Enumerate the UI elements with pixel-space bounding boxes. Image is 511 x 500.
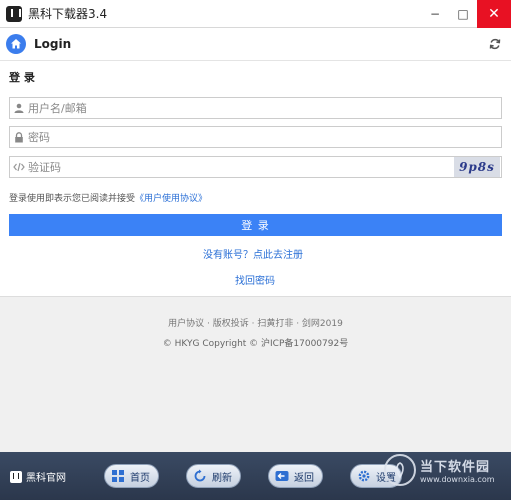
- section-title: 登 录: [9, 71, 35, 84]
- gear-icon: [358, 470, 370, 482]
- close-button[interactable]: ✕: [477, 0, 511, 28]
- agreement-text: 登录使用即表示您已阅读并接受《用户使用协议》: [9, 191, 207, 204]
- home-button-label: 首页: [130, 472, 150, 484]
- username-field[interactable]: [9, 97, 502, 119]
- captcha-image[interactable]: 9p8s: [454, 157, 500, 177]
- user-agreement-link[interactable]: 《用户使用协议》: [135, 194, 207, 204]
- refresh-button-label: 刷新: [212, 472, 232, 484]
- refresh-icon: [194, 469, 206, 482]
- app-logo-icon: [6, 5, 22, 22]
- agreement-prefix: 登录使用即表示您已阅读并接受: [9, 194, 136, 204]
- password-field[interactable]: [9, 126, 502, 148]
- watermark-logo-icon: [384, 454, 416, 486]
- window-title: 黑科下载器3.4: [28, 7, 108, 21]
- grid-icon: [112, 470, 124, 482]
- refresh-button[interactable]: 刷新: [186, 464, 241, 488]
- brand-label: 黑科官网: [26, 473, 66, 484]
- login-panel: 登 录 9p8s 登录使用即表示您已阅读并接受《用户使用协议》 登 录 没有账号…: [0, 61, 511, 297]
- register-link[interactable]: 没有账号？点此去注册: [203, 246, 303, 261]
- lock-icon: [10, 127, 28, 147]
- back-button-label: 返回: [294, 472, 314, 484]
- home-button[interactable]: 首页: [104, 464, 159, 488]
- user-icon: [10, 98, 28, 118]
- footer-links: 用户协议 · 版权投诉 · 扫黄打非 · 剑网2019: [168, 319, 343, 329]
- username-input[interactable]: [28, 99, 501, 117]
- official-site-link[interactable]: 黑科官网: [10, 469, 66, 484]
- code-icon: [10, 157, 28, 177]
- recover-password-link[interactable]: 找回密码: [235, 272, 275, 287]
- watermark-title: 当下软件园: [420, 460, 491, 475]
- back-arrow-icon: [275, 471, 289, 481]
- back-button[interactable]: 返回: [268, 464, 323, 488]
- refresh-icon[interactable]: [489, 38, 501, 50]
- title-bar: 黑科下载器3.4 − □ ✕: [0, 0, 511, 28]
- page-header: Login: [0, 28, 511, 61]
- captcha-input[interactable]: [28, 158, 454, 176]
- login-button[interactable]: 登 录: [9, 214, 502, 236]
- minimize-button[interactable]: −: [421, 0, 449, 28]
- copyright: © HKYG Copyright © 沪ICP备17000792号: [162, 339, 349, 349]
- brand-logo-icon: [10, 470, 22, 483]
- maximize-button[interactable]: □: [449, 0, 477, 28]
- page-title: Login: [34, 37, 72, 51]
- window-controls: − □ ✕: [421, 0, 511, 28]
- watermark: 当下软件园 www.downxia.com: [384, 450, 509, 490]
- home-icon[interactable]: [6, 34, 26, 54]
- password-input[interactable]: [28, 128, 501, 146]
- watermark-url: www.downxia.com: [420, 475, 495, 484]
- captcha-field[interactable]: 9p8s: [9, 156, 502, 178]
